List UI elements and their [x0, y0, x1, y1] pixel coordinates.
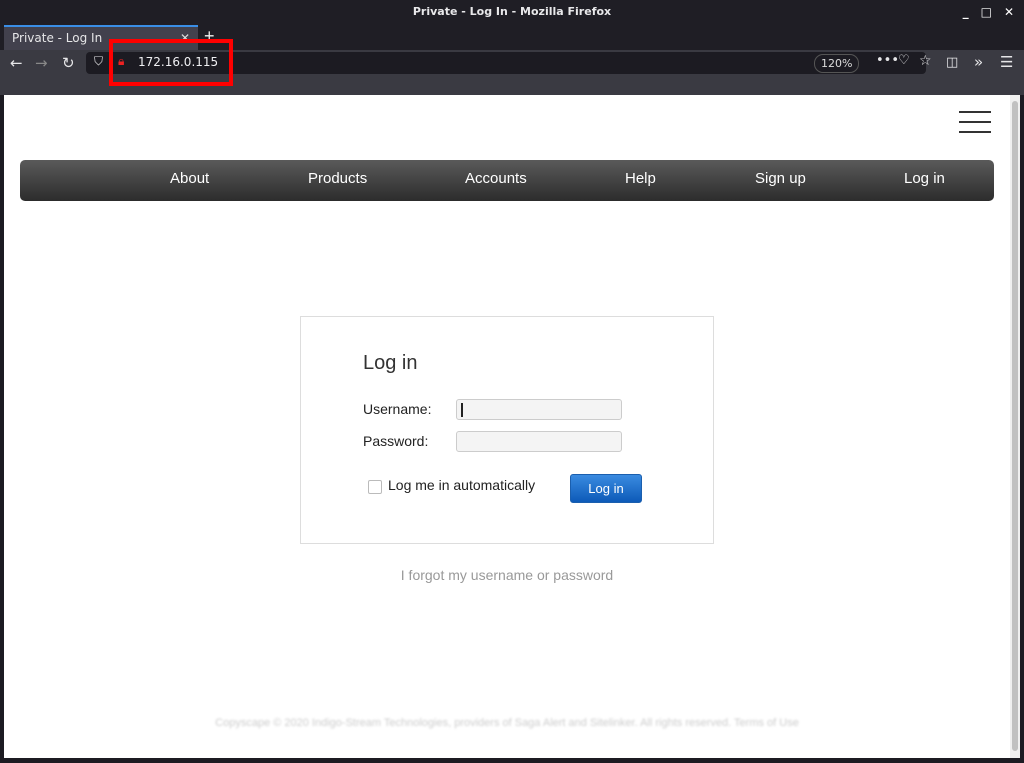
login-button[interactable]: Log in — [570, 474, 642, 503]
login-title: Log in — [363, 352, 418, 374]
page-content: About Products Accounts Help Sign up Log… — [4, 95, 1020, 758]
main-nav: About Products Accounts Help Sign up Log… — [20, 160, 994, 201]
overflow-icon[interactable]: » — [974, 53, 983, 71]
highlight-box — [109, 39, 233, 86]
remember-checkbox[interactable] — [368, 480, 382, 494]
forgot-link[interactable]: I forgot my username or password — [4, 567, 1010, 583]
nav-about[interactable]: About — [170, 170, 209, 187]
shield-icon[interactable]: ⛉ — [94, 54, 103, 69]
nav-login[interactable]: Log in — [904, 170, 945, 187]
minimize-icon[interactable]: _ — [963, 0, 969, 24]
reload-icon[interactable]: ↻ — [62, 54, 75, 72]
window-titlebar: Private - Log In - Mozilla Firefox _ □ ✕ — [0, 0, 1024, 24]
hamburger-menu-icon[interactable] — [959, 111, 991, 141]
username-label: Username: — [363, 401, 432, 417]
sidebar-icon[interactable]: ◫ — [946, 55, 958, 70]
menu-icon[interactable]: ☰ — [1000, 53, 1013, 71]
zoom-level[interactable]: 120% — [814, 54, 860, 73]
pocket-icon[interactable]: ♡ — [898, 53, 910, 68]
scrollbar-thumb[interactable] — [1012, 101, 1018, 751]
footer-text: Copyscape © 2020 Indigo-Stream Technolog… — [215, 717, 799, 729]
text-caret — [461, 403, 463, 417]
password-input[interactable] — [456, 431, 622, 452]
nav-products[interactable]: Products — [308, 170, 367, 187]
login-form: Log in Username: Password: Log me in aut… — [300, 316, 714, 544]
username-input[interactable] — [456, 399, 622, 420]
star-icon[interactable]: ☆ — [919, 53, 932, 69]
forward-icon[interactable]: → — [35, 54, 48, 72]
scrollbar[interactable] — [1010, 95, 1020, 758]
tab-label: Private - Log In — [12, 31, 103, 45]
back-icon[interactable]: ← — [10, 54, 23, 72]
password-label: Password: — [363, 433, 429, 449]
remember-label[interactable]: Log me in automatically — [388, 477, 535, 493]
nav-accounts[interactable]: Accounts — [465, 170, 527, 187]
more-icon[interactable]: ••• — [876, 53, 899, 68]
nav-signup[interactable]: Sign up — [755, 170, 806, 187]
window-title: Private - Log In - Mozilla Firefox — [412, 5, 612, 18]
close-icon[interactable]: ✕ — [1004, 0, 1014, 24]
nav-help[interactable]: Help — [625, 170, 656, 187]
maximize-icon[interactable]: □ — [981, 0, 992, 24]
